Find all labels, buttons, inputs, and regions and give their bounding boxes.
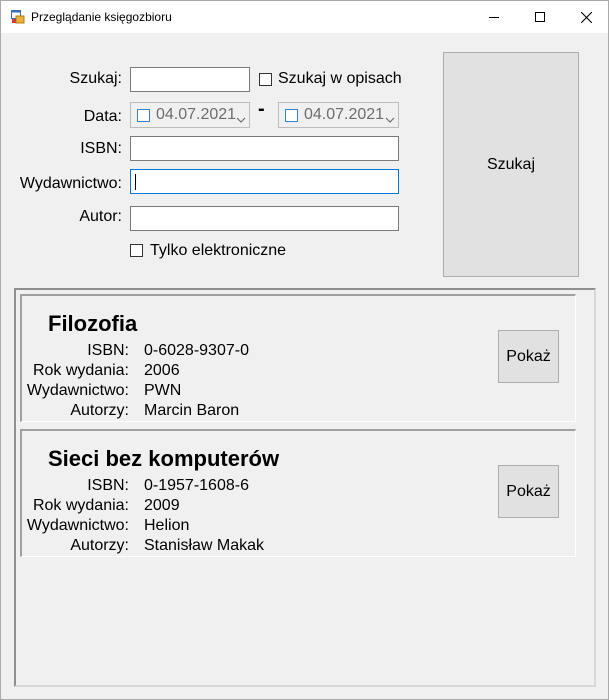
- date-to-picker[interactable]: 04.07.2021: [278, 102, 399, 128]
- publisher-field-label: Wydawnictwo:: [26, 517, 129, 534]
- maximize-button[interactable]: [517, 1, 563, 33]
- date-from-value: 04.07.2021: [156, 106, 237, 123]
- title-bar: Przeglądanie księgozbioru: [1, 1, 608, 33]
- date-to-checkbox[interactable]: [285, 109, 298, 122]
- date-label: Data:: [83, 108, 122, 125]
- isbn-label: ISBN:: [80, 140, 122, 157]
- date-range-separator: -: [258, 98, 265, 120]
- search-input[interactable]: [130, 67, 250, 92]
- authors-field-label: Autorzy:: [70, 402, 129, 419]
- date-to-value: 04.07.2021: [304, 106, 385, 123]
- maximize-icon: [535, 12, 545, 22]
- year-field-label: Rok wydania:: [32, 362, 129, 379]
- author-input[interactable]: [130, 206, 399, 231]
- isbn-field-label: ISBN:: [87, 477, 129, 494]
- ebooks-only-checkbox[interactable]: [130, 244, 143, 257]
- book-title: Filozofia: [48, 311, 138, 336]
- search-label: Szukaj:: [69, 70, 122, 87]
- app-icon: [11, 10, 25, 24]
- text-caret: [135, 174, 136, 190]
- publisher-label: Wydawnictwo:: [19, 175, 122, 192]
- result-card: Filozofia ISBN: 0-6028-9307-0 Rok wydani…: [20, 294, 576, 422]
- chevron-down-icon[interactable]: [385, 111, 395, 129]
- window-title: Przeglądanie księgozbioru: [31, 10, 172, 24]
- year-field-label: Rok wydania:: [32, 497, 129, 514]
- search-button[interactable]: Szukaj: [443, 52, 579, 277]
- results-panel[interactable]: Filozofia ISBN: 0-6028-9307-0 Rok wydani…: [14, 288, 596, 687]
- authors-value: Stanisław Makak: [144, 537, 265, 554]
- isbn-input[interactable]: [130, 136, 399, 161]
- isbn-value: 0-1957-1608-6: [144, 477, 249, 494]
- publisher-value: Helion: [144, 517, 190, 534]
- search-in-descriptions-label: Szukaj w opisach: [278, 70, 402, 87]
- authors-value: Marcin Baron: [144, 402, 240, 419]
- isbn-value: 0-6028-9307-0: [144, 342, 249, 359]
- close-icon: [580, 11, 592, 23]
- minimize-button[interactable]: [471, 1, 517, 33]
- app-window: Przeglądanie księgozbioru Szukaj: Szukaj…: [0, 0, 609, 700]
- publisher-input[interactable]: [130, 169, 399, 194]
- result-card: Sieci bez komputerów ISBN: 0-1957-1608-6…: [20, 429, 576, 557]
- publisher-value: PWN: [144, 382, 182, 399]
- author-label: Autor:: [79, 208, 122, 225]
- isbn-field-label: ISBN:: [87, 342, 129, 359]
- authors-field-label: Autorzy:: [70, 537, 129, 554]
- year-value: 2006: [144, 362, 180, 379]
- chevron-down-icon[interactable]: [236, 111, 246, 129]
- minimize-icon: [489, 17, 499, 18]
- year-value: 2009: [144, 497, 180, 514]
- show-button[interactable]: Pokaż: [498, 465, 559, 518]
- close-button[interactable]: [563, 1, 609, 33]
- date-from-picker[interactable]: 04.07.2021: [130, 102, 250, 128]
- search-in-descriptions-checkbox[interactable]: [259, 73, 272, 86]
- ebooks-only-label: Tylko elektroniczne: [150, 242, 287, 259]
- date-from-checkbox[interactable]: [137, 109, 150, 122]
- publisher-field-label: Wydawnictwo:: [26, 382, 129, 399]
- book-title: Sieci bez komputerów: [48, 446, 280, 471]
- show-button[interactable]: Pokaż: [498, 330, 559, 383]
